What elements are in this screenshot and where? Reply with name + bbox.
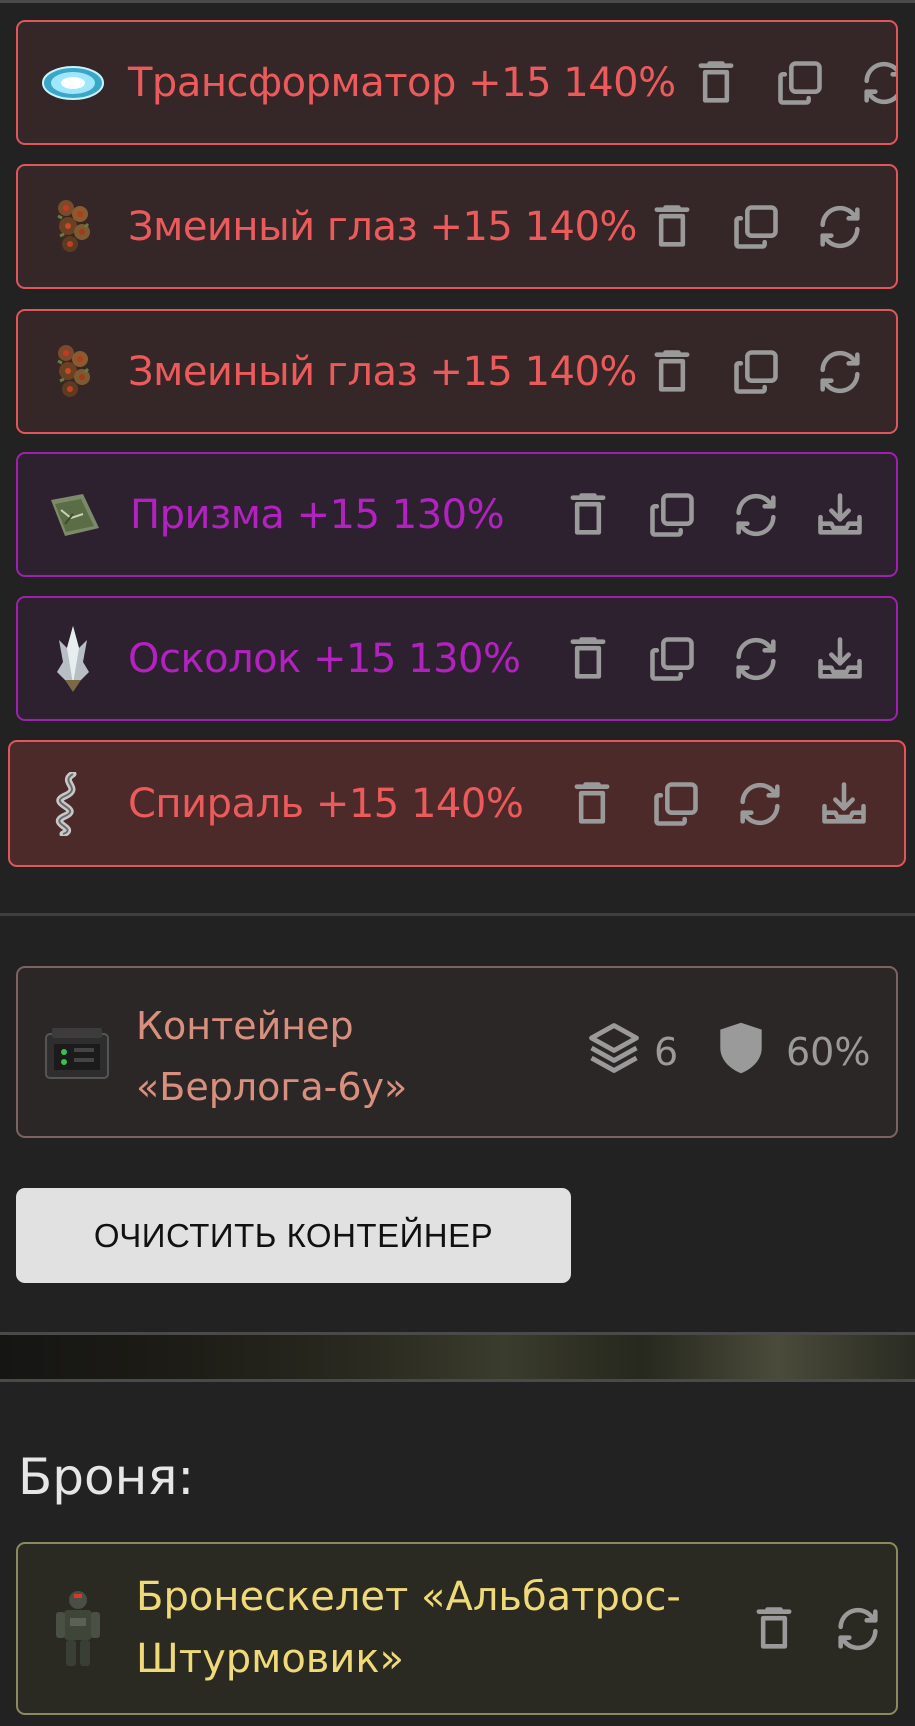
protection-value: 60% <box>786 1030 871 1074</box>
armor-item-card[interactable]: Бронескелет «Альбатрос- Штурмовик» <box>16 1542 898 1715</box>
snake-eye-artifact-icon <box>18 341 128 403</box>
prism-artifact-icon <box>18 490 130 540</box>
download-icon[interactable] <box>882 346 896 398</box>
download-icon[interactable] <box>798 633 882 685</box>
shard-artifact-icon <box>18 624 128 694</box>
swap-icon[interactable] <box>798 346 882 398</box>
container-name: Контейнер «Берлога-6у» <box>136 996 407 1118</box>
clear-container-button[interactable]: ОЧИСТИТЬ КОНТЕЙНЕР <box>16 1188 571 1283</box>
delete-icon[interactable] <box>546 633 630 685</box>
swap-icon[interactable] <box>842 57 896 109</box>
protection-stat: 60% <box>718 968 870 1136</box>
container-icon <box>44 1024 110 1088</box>
swap-icon[interactable] <box>714 489 798 541</box>
delete-icon[interactable] <box>630 346 714 398</box>
swap-icon[interactable] <box>798 201 882 253</box>
artifact-name: Осколок +15 130% <box>128 635 521 682</box>
container-name-line2: «Берлога-6у» <box>136 1065 408 1109</box>
snake-eye-artifact-icon <box>18 196 128 258</box>
section-banner-image <box>0 1332 915 1382</box>
copy-icon[interactable] <box>714 201 798 253</box>
layers-icon <box>584 1017 644 1088</box>
section-divider <box>0 913 915 916</box>
download-icon[interactable] <box>798 489 882 541</box>
download-icon[interactable] <box>882 201 896 253</box>
copy-icon[interactable] <box>758 57 842 109</box>
swap-icon[interactable] <box>714 633 798 685</box>
artifact-name: Спираль +15 140% <box>128 780 524 827</box>
copy-icon[interactable] <box>634 778 718 830</box>
artifact-row-transformer[interactable]: Трансформатор +15 140% <box>16 20 898 145</box>
copy-icon[interactable] <box>630 489 714 541</box>
top-divider <box>0 0 915 3</box>
armor-item-name: Бронескелет «Альбатрос- Штурмовик» <box>136 1566 681 1690</box>
artifact-row-spiral[interactable]: Спираль +15 140% <box>8 740 906 867</box>
shield-icon <box>718 1020 764 1085</box>
delete-icon[interactable] <box>732 1603 816 1655</box>
armor-name-line1: Бронескелет «Альбатрос- <box>136 1574 681 1620</box>
copy-icon[interactable] <box>630 633 714 685</box>
swap-icon[interactable] <box>718 778 802 830</box>
delete-icon[interactable] <box>630 201 714 253</box>
armor-suit-icon <box>52 1588 104 1672</box>
artifact-row-shard[interactable]: Осколок +15 130% <box>16 596 898 721</box>
copy-icon[interactable] <box>714 346 798 398</box>
delete-icon[interactable] <box>550 778 634 830</box>
armor-name-line2: Штурмовик» <box>136 1636 404 1682</box>
delete-icon[interactable] <box>546 489 630 541</box>
artifact-row-snake-eye[interactable]: Змеиный глаз +15 140% <box>16 164 898 289</box>
transformer-artifact-icon <box>18 58 128 108</box>
artifact-name: Змеиный глаз +15 140% <box>128 203 637 250</box>
slots-stat: 6 <box>584 968 678 1136</box>
artifact-name: Трансформатор +15 140% <box>128 59 676 106</box>
spiral-artifact-icon <box>10 771 128 836</box>
container-name-line1: Контейнер <box>136 1004 354 1048</box>
swap-icon[interactable] <box>816 1603 900 1655</box>
artifact-name: Призма +15 130% <box>130 491 505 538</box>
slots-count: 6 <box>654 1030 679 1074</box>
armor-section-title: Броня: <box>18 1448 195 1506</box>
artifact-row-snake-eye[interactable]: Змеиный глаз +15 140% <box>16 309 898 434</box>
container-card[interactable]: Контейнер «Берлога-6у» 6 60% <box>16 966 898 1138</box>
download-icon[interactable] <box>802 778 886 830</box>
delete-icon[interactable] <box>674 57 758 109</box>
artifact-row-prism[interactable]: Призма +15 130% <box>16 452 898 577</box>
artifact-name: Змеиный глаз +15 140% <box>128 348 637 395</box>
